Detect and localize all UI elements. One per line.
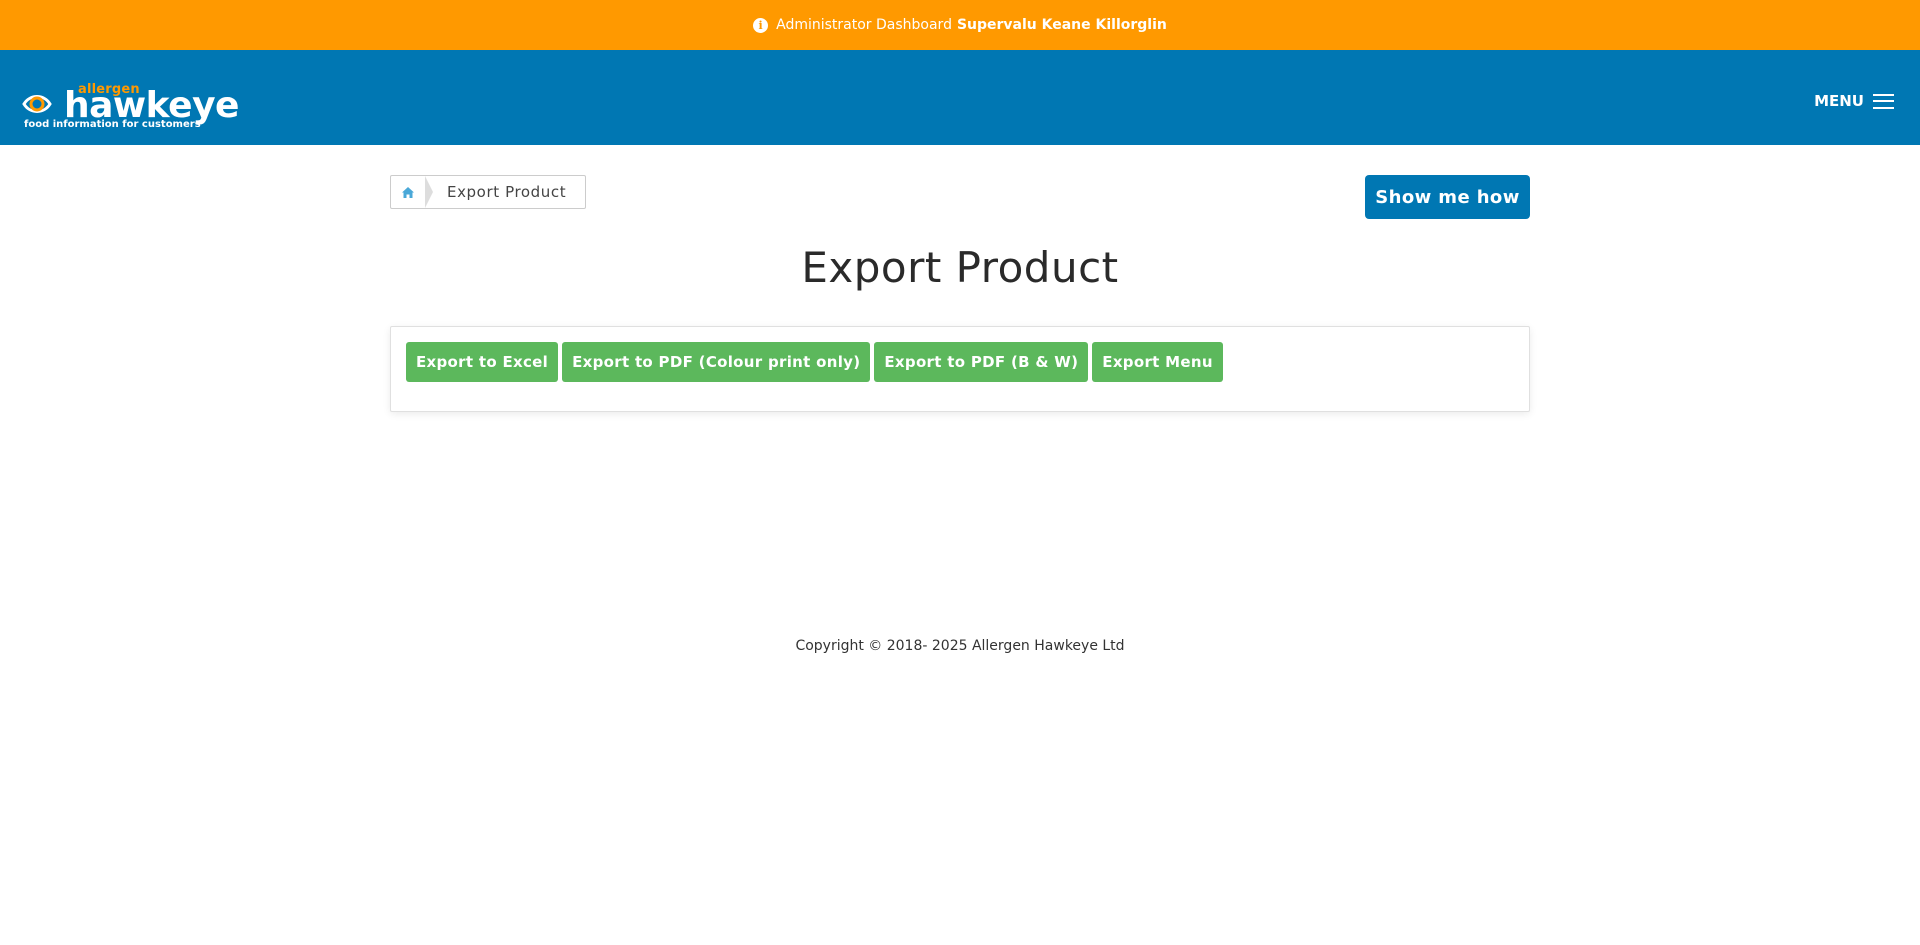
menu-button[interactable]: MENU bbox=[1814, 92, 1894, 110]
export-excel-button[interactable]: Export to Excel bbox=[406, 342, 559, 382]
info-icon: i bbox=[753, 17, 769, 33]
site-header: allergen hawkeye food information for cu… bbox=[0, 50, 1920, 145]
breadcrumb-current: Export Product bbox=[447, 183, 567, 201]
eye-logo-icon bbox=[22, 95, 52, 113]
menu-label: MENU bbox=[1814, 92, 1864, 110]
home-icon bbox=[402, 186, 414, 198]
page-title: Export Product bbox=[801, 243, 1119, 292]
copyright-text: Copyright © 2018- 2025 Allergen Hawkeye … bbox=[795, 638, 1125, 654]
admin-notice-bar: i Administrator Dashboard Supervalu Kean… bbox=[0, 0, 1920, 50]
export-button-group: Export to Excel Export to PDF (Colour pr… bbox=[406, 342, 1223, 382]
logo[interactable]: allergen hawkeye food information for cu… bbox=[22, 82, 239, 132]
export-pdf-bw-button[interactable]: Export to PDF (B & W) bbox=[874, 342, 1089, 382]
show-me-how-button[interactable]: Show me how bbox=[1365, 175, 1530, 219]
logo-tagline: food information for customers bbox=[24, 119, 201, 130]
export-menu-button[interactable]: Export Menu bbox=[1092, 342, 1223, 382]
export-panel: Export to Excel Export to PDF (Colour pr… bbox=[390, 326, 1530, 412]
notice-text: Administrator Dashboard bbox=[776, 17, 952, 33]
store-name: Supervalu Keane Killorglin bbox=[956, 17, 1167, 33]
hamburger-icon bbox=[1873, 93, 1894, 109]
breadcrumb: Export Product bbox=[390, 175, 587, 209]
breadcrumb-home-link[interactable] bbox=[391, 176, 433, 208]
export-pdf-colour-button[interactable]: Export to PDF (Colour print only) bbox=[562, 342, 871, 382]
